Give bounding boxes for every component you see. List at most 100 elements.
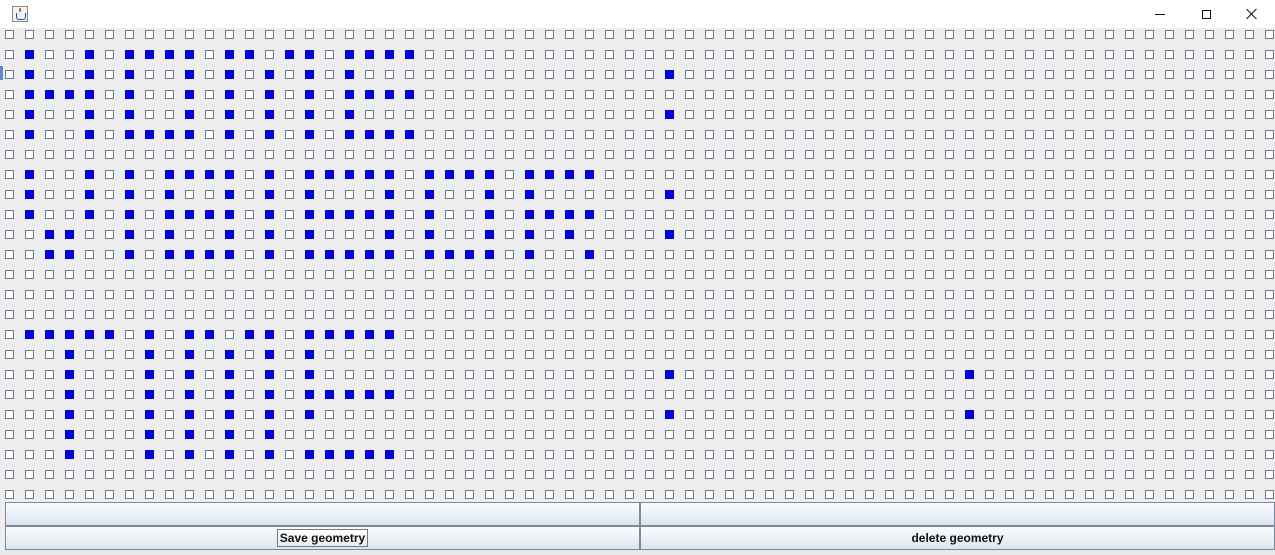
grid-checkbox[interactable] [865, 70, 874, 79]
grid-checkbox[interactable] [725, 130, 734, 139]
grid-checkbox[interactable] [985, 230, 994, 239]
grid-checkbox[interactable] [145, 470, 154, 479]
grid-checkbox[interactable] [1025, 70, 1034, 79]
grid-checkbox[interactable] [525, 90, 534, 99]
grid-checkbox[interactable] [805, 450, 814, 459]
grid-checkbox[interactable] [625, 370, 634, 379]
grid-checkbox[interactable] [85, 50, 94, 59]
grid-checkbox[interactable] [845, 110, 854, 119]
grid-checkbox[interactable] [285, 490, 294, 499]
grid-checkbox[interactable] [465, 450, 474, 459]
grid-checkbox[interactable] [125, 430, 134, 439]
grid-checkbox[interactable] [365, 70, 374, 79]
grid-checkbox[interactable] [605, 290, 614, 299]
grid-checkbox[interactable] [225, 30, 234, 39]
grid-checkbox[interactable] [985, 30, 994, 39]
grid-checkbox[interactable] [1245, 470, 1254, 479]
grid-checkbox[interactable] [885, 490, 894, 499]
grid-checkbox[interactable] [825, 390, 834, 399]
grid-checkbox[interactable] [265, 350, 274, 359]
grid-checkbox[interactable] [885, 310, 894, 319]
grid-checkbox[interactable] [205, 390, 214, 399]
grid-checkbox[interactable] [725, 250, 734, 259]
grid-checkbox[interactable] [245, 310, 254, 319]
grid-checkbox[interactable] [685, 450, 694, 459]
grid-checkbox[interactable] [505, 250, 514, 259]
grid-checkbox[interactable] [545, 130, 554, 139]
grid-checkbox[interactable] [225, 390, 234, 399]
grid-checkbox[interactable] [1185, 190, 1194, 199]
grid-checkbox[interactable] [1185, 310, 1194, 319]
grid-checkbox[interactable] [205, 290, 214, 299]
grid-checkbox[interactable] [1145, 110, 1154, 119]
grid-checkbox[interactable] [685, 150, 694, 159]
grid-checkbox[interactable] [85, 190, 94, 199]
grid-checkbox[interactable] [225, 370, 234, 379]
grid-checkbox[interactable] [85, 290, 94, 299]
grid-checkbox[interactable] [45, 490, 54, 499]
grid-checkbox[interactable] [5, 90, 14, 99]
grid-checkbox[interactable] [825, 250, 834, 259]
grid-checkbox[interactable] [905, 370, 914, 379]
grid-checkbox[interactable] [945, 310, 954, 319]
grid-checkbox[interactable] [905, 50, 914, 59]
grid-checkbox[interactable] [1265, 290, 1274, 299]
grid-checkbox[interactable] [1065, 430, 1074, 439]
grid-checkbox[interactable] [965, 430, 974, 439]
grid-checkbox[interactable] [1185, 270, 1194, 279]
grid-checkbox[interactable] [305, 130, 314, 139]
grid-checkbox[interactable] [1125, 370, 1134, 379]
grid-checkbox[interactable] [345, 130, 354, 139]
grid-checkbox[interactable] [825, 30, 834, 39]
grid-checkbox[interactable] [745, 490, 754, 499]
grid-checkbox[interactable] [185, 390, 194, 399]
grid-checkbox[interactable] [445, 290, 454, 299]
grid-checkbox[interactable] [265, 470, 274, 479]
grid-checkbox[interactable] [985, 150, 994, 159]
grid-checkbox[interactable] [985, 350, 994, 359]
grid-checkbox[interactable] [185, 130, 194, 139]
grid-checkbox[interactable] [725, 450, 734, 459]
grid-checkbox[interactable] [785, 370, 794, 379]
grid-checkbox[interactable] [845, 130, 854, 139]
grid-checkbox[interactable] [265, 230, 274, 239]
grid-checkbox[interactable] [965, 90, 974, 99]
grid-checkbox[interactable] [965, 270, 974, 279]
grid-checkbox[interactable] [1045, 190, 1054, 199]
grid-checkbox[interactable] [885, 110, 894, 119]
grid-checkbox[interactable] [1225, 130, 1234, 139]
grid-checkbox[interactable] [625, 130, 634, 139]
grid-checkbox[interactable] [1125, 410, 1134, 419]
grid-checkbox[interactable] [405, 370, 414, 379]
grid-checkbox[interactable] [25, 350, 34, 359]
grid-checkbox[interactable] [825, 90, 834, 99]
grid-checkbox[interactable] [1125, 490, 1134, 499]
grid-checkbox[interactable] [765, 490, 774, 499]
grid-checkbox[interactable] [645, 310, 654, 319]
grid-checkbox[interactable] [445, 450, 454, 459]
grid-checkbox[interactable] [765, 50, 774, 59]
grid-checkbox[interactable] [805, 110, 814, 119]
grid-checkbox[interactable] [1085, 410, 1094, 419]
grid-checkbox[interactable] [1185, 470, 1194, 479]
grid-checkbox[interactable] [765, 350, 774, 359]
grid-checkbox[interactable] [1025, 170, 1034, 179]
grid-checkbox[interactable] [1025, 250, 1034, 259]
grid-checkbox[interactable] [745, 430, 754, 439]
grid-checkbox[interactable] [305, 390, 314, 399]
grid-checkbox[interactable] [485, 390, 494, 399]
grid-checkbox[interactable] [185, 430, 194, 439]
grid-checkbox[interactable] [845, 390, 854, 399]
grid-checkbox[interactable] [1065, 230, 1074, 239]
grid-checkbox[interactable] [525, 490, 534, 499]
grid-checkbox[interactable] [945, 130, 954, 139]
grid-checkbox[interactable] [445, 170, 454, 179]
grid-checkbox[interactable] [865, 190, 874, 199]
grid-checkbox[interactable] [305, 110, 314, 119]
grid-checkbox[interactable] [65, 150, 74, 159]
grid-checkbox[interactable] [5, 370, 14, 379]
grid-checkbox[interactable] [965, 250, 974, 259]
grid-checkbox[interactable] [225, 130, 234, 139]
grid-checkbox[interactable] [265, 270, 274, 279]
grid-checkbox[interactable] [485, 170, 494, 179]
